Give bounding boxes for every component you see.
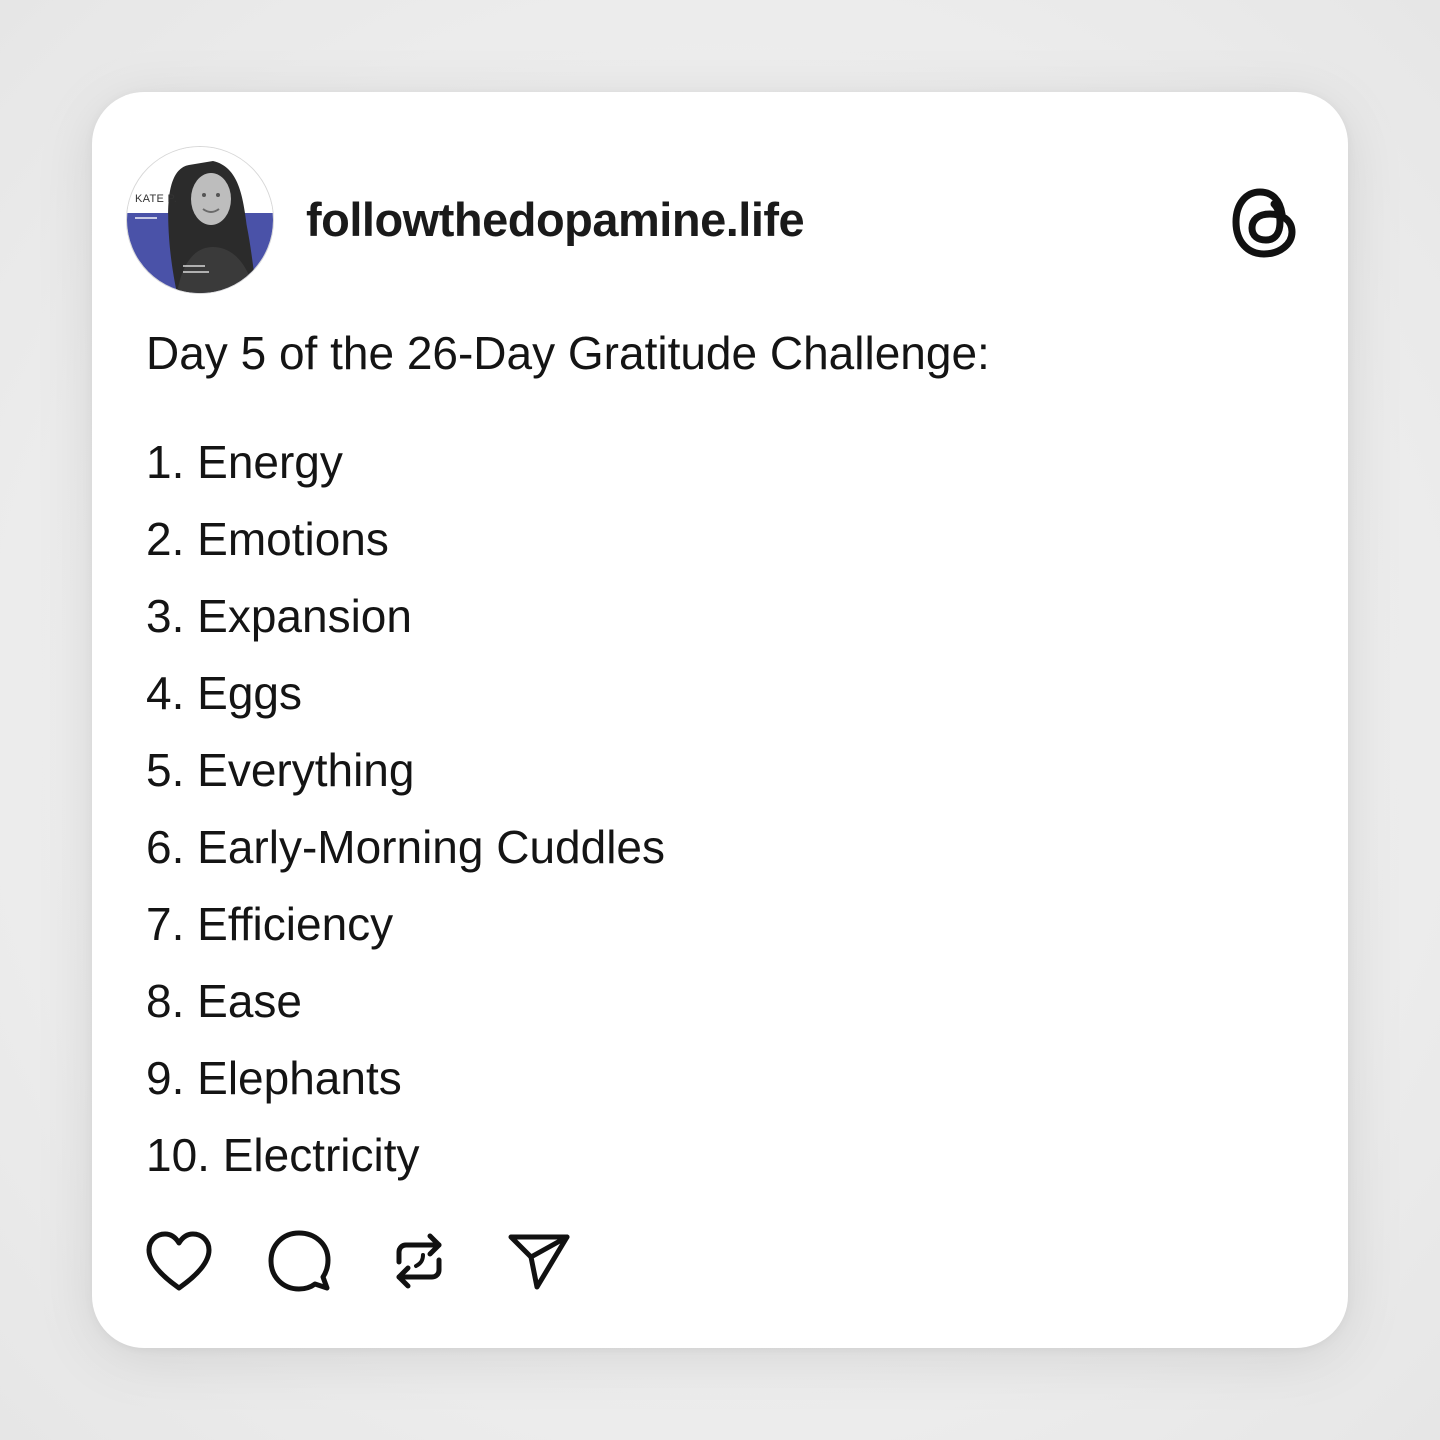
list-item: 2. Emotions (146, 513, 389, 565)
repost-icon (396, 1233, 442, 1289)
list-item: 3. Expansion (146, 590, 412, 642)
list-item: 8. Ease (146, 975, 302, 1027)
avatar-caption: KATE P. (135, 193, 178, 205)
list-item: 7. Efficiency (146, 898, 394, 950)
list-item: 9. Elephants (146, 1052, 402, 1104)
threads-logo-icon[interactable] (1230, 184, 1300, 260)
list-item: 6. Early-Morning Cuddles (146, 821, 666, 873)
action-bar (144, 1226, 624, 1296)
share-button[interactable] (504, 1226, 574, 1296)
list-item: 10. Electricity (146, 1129, 420, 1181)
share-icon (508, 1234, 570, 1290)
username[interactable]: followthedopamine.life (306, 190, 805, 250)
post-intro: Day 5 of the 26-Day Gratitude Challenge: (146, 327, 990, 379)
list-item: 4. Eggs (146, 667, 302, 719)
list-item: 5. Everything (146, 744, 415, 796)
comment-icon (268, 1230, 331, 1292)
list-item: 1. Energy (146, 436, 343, 488)
post-card: KATE P. followthedopamine.life Day 5 of … (92, 92, 1348, 1348)
avatar-photo (127, 147, 273, 293)
gratitude-list: 1. Energy 2. Emotions 3. Expansion 4. Eg… (146, 424, 1296, 1194)
comment-button[interactable] (264, 1226, 334, 1296)
like-button[interactable] (144, 1226, 214, 1296)
post-body: Day 5 of the 26-Day Gratitude Challenge:… (146, 322, 1296, 1194)
avatar[interactable]: KATE P. (126, 146, 274, 294)
repost-button[interactable] (384, 1226, 454, 1296)
heart-icon (146, 1231, 212, 1291)
